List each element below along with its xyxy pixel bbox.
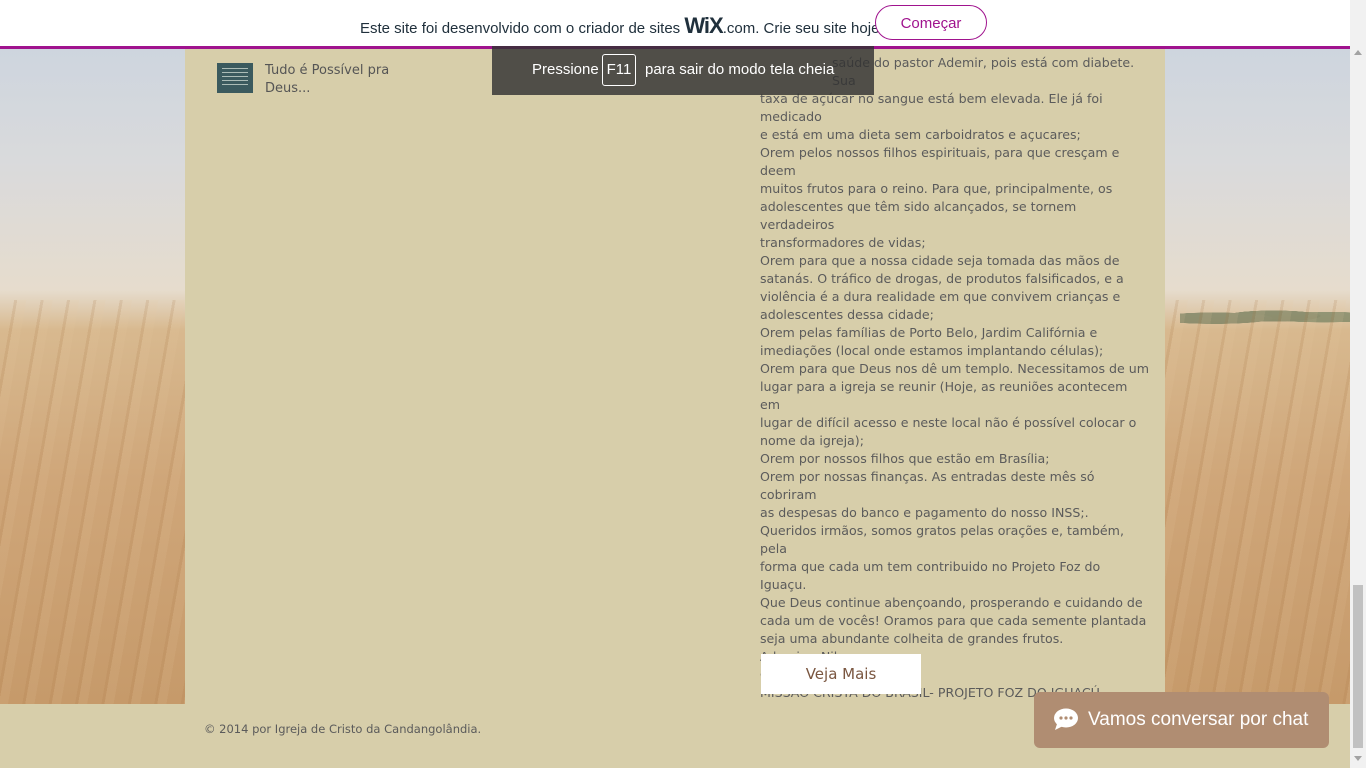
article-line: Orem para que Deus nos dê um templo. Nec… — [760, 361, 1149, 376]
article-line: Orem por nossas finanças. As entradas de… — [760, 469, 1095, 502]
article-line: adolescentes dessa cidade; — [760, 307, 934, 322]
article-line: Orem pelas famílias de Porto Belo, Jardi… — [760, 325, 1098, 340]
toast-suffix: para sair do modo tela cheia — [645, 61, 835, 78]
wix-logo: WiX — [684, 13, 723, 38]
veja-mais-button[interactable]: Veja Mais — [761, 654, 921, 694]
post-title-line2: Deus... — [265, 81, 311, 96]
wix-promo-text: Este site foi desenvolvido com o criador… — [360, 13, 884, 39]
chat-label: Vamos conversar por chat — [1088, 709, 1309, 730]
article-line: violência é a dura realidade em que conv… — [760, 289, 1121, 304]
article-line: lugar de difícil acesso e neste local nã… — [760, 415, 1137, 430]
article-line: cada um de vocês! Oramos para que cada s… — [760, 613, 1147, 628]
copyright-text: © 2014 por Igreja de Cristo da Candangol… — [204, 722, 482, 736]
post-thumbnail[interactable] — [217, 63, 253, 93]
vertical-scrollbar[interactable] — [1350, 0, 1366, 768]
article-line: Orem por nossos filhos que estão em Bras… — [760, 451, 1050, 466]
post-title-line1: Tudo é Possível pra — [265, 63, 390, 78]
article-line: forma que cada um tem contribuido no Pro… — [760, 559, 1101, 592]
article-line: as despesas do banco e pagamento do noss… — [760, 505, 1089, 520]
wix-text-after: .com. Crie seu site hoje. — [722, 20, 884, 37]
article-line: taxa de açúcar no sangue está bem elevad… — [760, 91, 1103, 124]
article-line: Queridos irmãos, somos gratos pelas oraç… — [760, 523, 1124, 556]
article-line: Orem pelos nossos filhos espirituais, pa… — [760, 145, 1120, 178]
article-line: adolescentes que têm sido alcançados, se… — [760, 199, 1077, 232]
scroll-down-icon[interactable] — [1354, 756, 1362, 761]
article-line: Que Deus continue abençoando, prosperand… — [760, 595, 1143, 610]
comecar-button[interactable]: Começar — [875, 5, 987, 40]
article-line: imediações (local onde estamos implantan… — [760, 343, 1104, 358]
scroll-up-icon[interactable] — [1354, 50, 1362, 55]
article-line: Orem para que a nossa cidade seja tomada… — [760, 253, 1120, 268]
f11-key: F11 — [602, 54, 636, 86]
article-line: transformadores de vidas; — [760, 235, 926, 250]
article-line: nome da igreja); — [760, 433, 864, 448]
toast-prefix: Pressione — [532, 61, 599, 78]
chat-button[interactable]: Vamos conversar por chat — [1034, 692, 1329, 748]
chat-bubble-icon — [1054, 708, 1078, 730]
treeline-decoration — [1180, 305, 1350, 327]
article-line: lugar para a igreja se reunir (Hoje, as … — [760, 379, 1128, 412]
article-line: muitos frutos para o reino. Para que, pr… — [760, 181, 1113, 196]
article-line: seja uma abundante colheita de grandes f… — [760, 631, 1064, 646]
article-line: satanás. O tráfico de drogas, de produto… — [760, 271, 1124, 286]
wix-text-before: Este site foi desenvolvido com o criador… — [360, 20, 685, 37]
wix-promo-banner: Este site foi desenvolvido com o criador… — [0, 0, 1366, 49]
article-line: e está em uma dieta sem carboidratos e a… — [760, 127, 1081, 142]
scrollbar-thumb[interactable] — [1353, 585, 1363, 748]
fullscreen-toast: Pressione F11 para sair do modo tela che… — [492, 46, 874, 95]
recent-post-title[interactable]: Tudo é Possível pra Deus... — [265, 62, 415, 98]
